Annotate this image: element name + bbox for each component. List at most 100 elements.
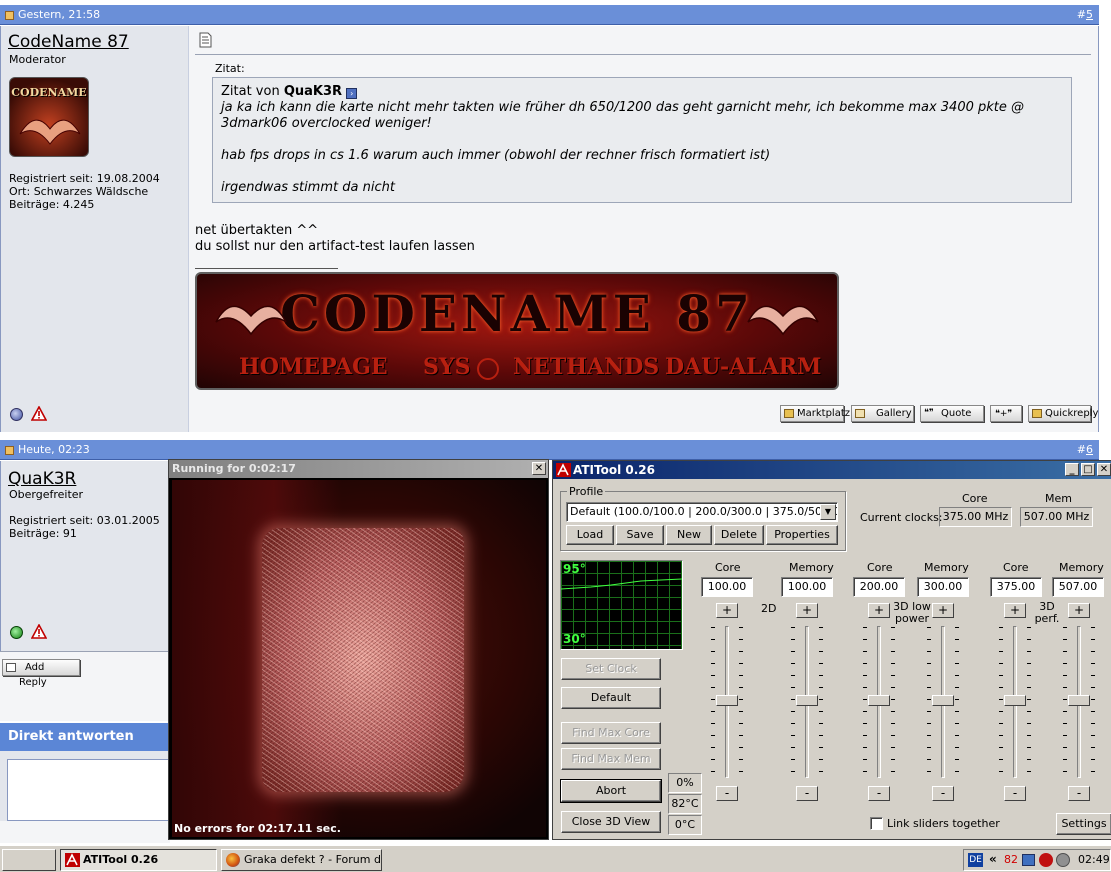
find-max-core-button[interactable]: Find Max Core (561, 722, 661, 744)
atitool-titlebar[interactable]: ATITool 0.26 _ □ ✕ (553, 461, 1111, 479)
banner-link-dau-alarm[interactable]: DAU-ALARM (665, 354, 821, 380)
tray-expand-icon[interactable]: « (989, 852, 997, 866)
view-post-arrow-icon[interactable]: › (346, 88, 358, 99)
core-2d-minus-button[interactable]: - (716, 786, 738, 801)
memory-3dlow-slider-thumb[interactable] (932, 695, 954, 706)
core-3dlow-plus-button[interactable]: + (868, 603, 890, 618)
chevron-down-icon[interactable]: ▼ (820, 504, 836, 520)
quote-line: irgendwas stimmt da nicht (221, 180, 395, 195)
user-pane: CodeName 87 Moderator CODENAME Registrie… (0, 26, 189, 432)
post-number: #5 (1076, 8, 1093, 21)
post-number-link[interactable]: 6 (1086, 443, 1093, 456)
slider-ticks (739, 627, 743, 777)
username-link[interactable]: QuaK3R (8, 469, 76, 489)
core-3dlow-input[interactable]: 200.00 (853, 577, 905, 597)
core-3dlow-minus-button[interactable]: - (868, 786, 890, 801)
memory-3dperf-input[interactable]: 507.00 (1052, 577, 1104, 597)
profile-select[interactable]: Default (100.0/100.0 | 200.0/300.0 | 375… (566, 502, 838, 522)
quickreply-button[interactable]: Quickreply (1028, 405, 1098, 422)
set-clock-button[interactable]: Set Clock (561, 658, 661, 680)
save-button[interactable]: Save (616, 525, 664, 545)
load-button[interactable]: Load (566, 525, 614, 545)
core-2d-slider-thumb[interactable] (716, 695, 738, 706)
slider-ticks (1063, 627, 1067, 777)
clock: 02:49 (1078, 853, 1110, 866)
post-number-link[interactable]: 5 (1086, 8, 1093, 21)
language-indicator[interactable]: DE (968, 853, 983, 867)
core-3dperf-slider-thumb[interactable] (1004, 695, 1026, 706)
user-title: Moderator (9, 53, 66, 66)
avatar-text: CODENAME (11, 86, 87, 99)
render-status: No errors for 02:17.11 sec. (174, 822, 341, 835)
memory-3dlow-plus-button[interactable]: + (932, 603, 954, 618)
properties-button[interactable]: Properties (766, 525, 838, 545)
render-close-icon[interactable]: ✕ (532, 462, 546, 475)
default-button[interactable]: Default (561, 687, 661, 709)
memory-3dperf-plus-button[interactable]: + (1068, 603, 1090, 618)
slider-ticks (791, 627, 795, 777)
tray-volume-icon[interactable] (1056, 853, 1070, 867)
memory-3dperf-minus-button[interactable]: - (1068, 786, 1090, 801)
memory-2d-minus-button[interactable]: - (796, 786, 818, 801)
core-3dperf-plus-button[interactable]: + (1004, 603, 1026, 618)
multiquote-icon: ❝+❞ (995, 409, 1013, 419)
marktplatz-button[interactable]: Marktplatz (780, 405, 850, 422)
add-reply-button[interactable]: Add Reply (2, 659, 80, 688)
new-button[interactable]: New (666, 525, 712, 545)
memory-3dlow-input[interactable]: 300.00 (917, 577, 969, 597)
link-sliders-checkbox[interactable] (870, 817, 883, 830)
banner-link-homepage[interactable]: HOMEPAGE (239, 354, 388, 380)
abort-button[interactable]: Abort (560, 779, 662, 803)
direct-reply-textarea[interactable] (7, 759, 170, 821)
maximize-icon[interactable]: □ (1081, 463, 1095, 476)
network-icon[interactable] (1022, 854, 1035, 866)
close-icon[interactable]: ✕ (1097, 463, 1111, 476)
core-3dperf-minus-button[interactable]: - (1004, 786, 1026, 801)
core-3dlow-slider-thumb[interactable] (868, 695, 890, 706)
report-warning-icon[interactable] (31, 406, 47, 421)
tray-app-icon[interactable] (1039, 853, 1053, 867)
memory-2d-input[interactable]: 100.00 (781, 577, 833, 597)
post-number: #6 (1076, 443, 1093, 456)
minimize-icon[interactable]: _ (1065, 463, 1079, 476)
avatar-emblem-icon (19, 119, 81, 145)
gallery-button[interactable]: Gallery (851, 405, 914, 422)
task-firefox[interactable]: Graka defekt ? - Forum d... (221, 849, 382, 871)
render-window: Running for 0:02:17 ✕ No errors for 02:1… (168, 459, 549, 840)
core-header: Core (715, 561, 741, 574)
quote-label: Zitat: (215, 62, 245, 75)
banner-link-nethands[interactable]: NETHANDS (513, 354, 659, 380)
settings-button[interactable]: Settings (1056, 813, 1111, 835)
username-link[interactable]: CodeName 87 (8, 32, 129, 52)
find-max-mem-button[interactable]: Find Max Mem (561, 748, 661, 770)
memory-2d-slider-thumb[interactable] (796, 695, 818, 706)
core-3dperf-input[interactable]: 375.00 (990, 577, 1042, 597)
memory-3dlow-minus-button[interactable]: - (932, 786, 954, 801)
render-viewport: No errors for 02:17.11 sec. (172, 480, 546, 837)
report-warning-icon[interactable] (31, 624, 47, 639)
core-2d-input[interactable]: 100.00 (701, 577, 753, 597)
memory-3dperf-slider-thumb[interactable] (1068, 695, 1090, 706)
signature-banner[interactable]: CODENAME 87 HOMEPAGE SYS NETHANDS DAU-AL… (195, 272, 839, 390)
quote-button[interactable]: ❝❞ Quote (920, 405, 984, 422)
start-button[interactable] (2, 849, 56, 871)
banner-link-sys[interactable]: SYS (423, 354, 470, 380)
multiquote-button[interactable]: ❝+❞ (990, 405, 1022, 422)
divider (195, 54, 1091, 55)
marktplatz-icon (784, 409, 794, 418)
task-atitool[interactable]: ATITool 0.26 (60, 849, 217, 871)
current-clocks-label: Current clocks: (860, 511, 943, 524)
current-mem-header: Mem (1045, 492, 1072, 505)
memory-2d-plus-button[interactable]: + (796, 603, 818, 618)
gallery-icon (855, 409, 865, 418)
banner-emblem-right-icon (747, 305, 819, 336)
message-line: net übertakten ^^ (195, 223, 319, 238)
memory-header: Memory (924, 561, 969, 574)
post-header: Heute, 02:23 #6 (0, 440, 1099, 460)
quote-header: Zitat von QuaK3R › (221, 84, 1063, 100)
core-2d-plus-button[interactable]: + (716, 603, 738, 618)
render-window-titlebar[interactable]: Running for 0:02:17 ✕ (169, 460, 548, 478)
delete-button[interactable]: Delete (714, 525, 764, 545)
avatar[interactable]: CODENAME (9, 77, 89, 157)
close-3d-view-button[interactable]: Close 3D View (561, 811, 661, 833)
